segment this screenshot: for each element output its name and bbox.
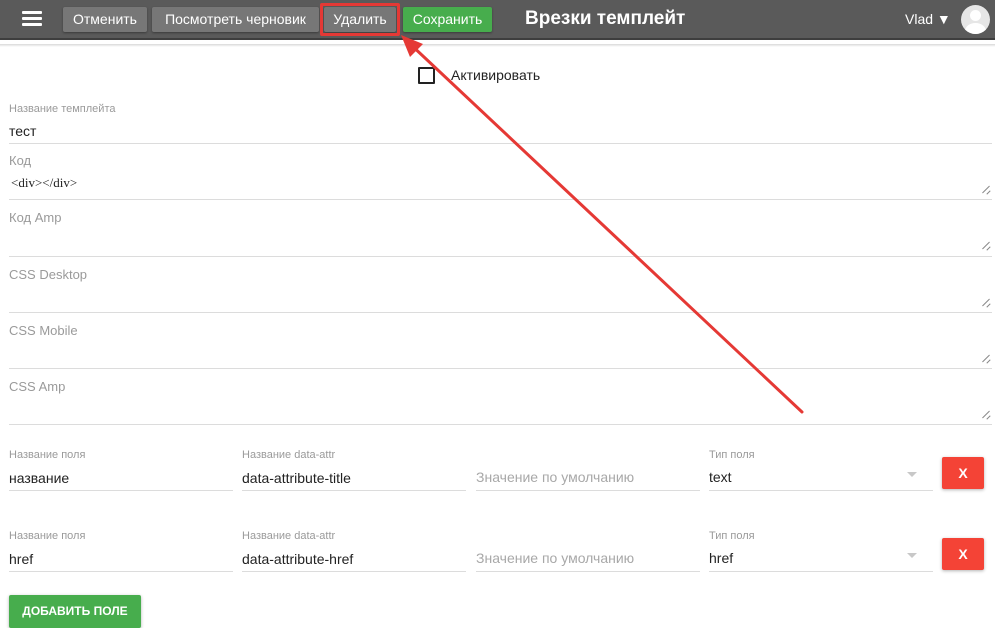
annotation-arrow [401,35,804,414]
